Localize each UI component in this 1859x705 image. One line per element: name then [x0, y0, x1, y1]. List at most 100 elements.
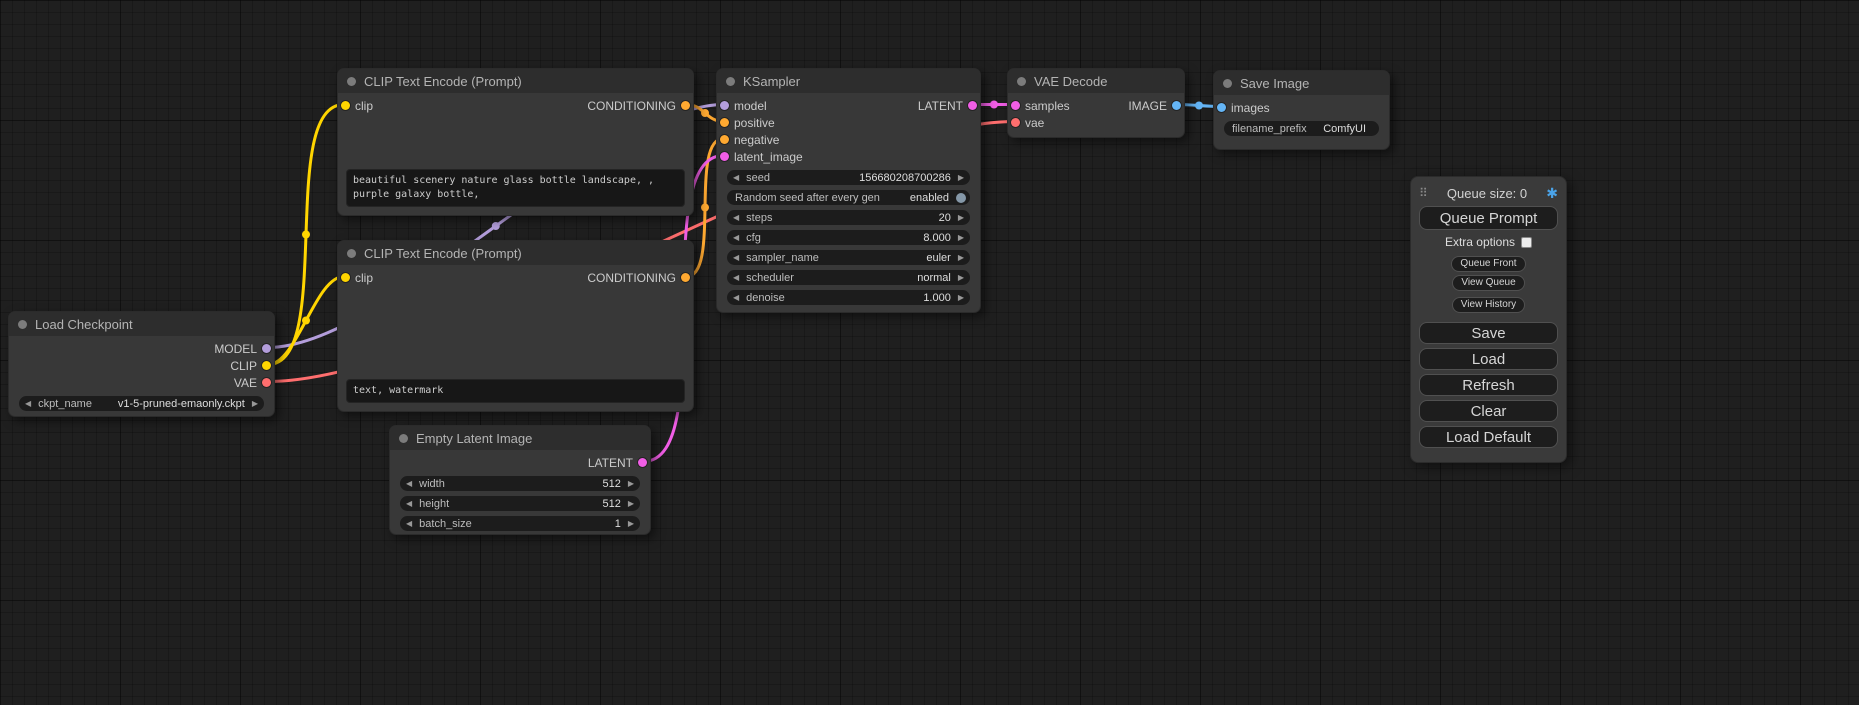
widget-height[interactable]: ◀ height 512 ▶: [400, 496, 640, 511]
arrow-right-icon[interactable]: ▶: [958, 254, 964, 262]
output-dot-image[interactable]: [1172, 101, 1181, 110]
arrow-left-icon[interactable]: ◀: [733, 214, 739, 222]
widget-steps[interactable]: ◀ steps 20 ▶: [727, 210, 970, 225]
widget-cfg[interactable]: ◀ cfg 8.000 ▶: [727, 230, 970, 245]
arrow-left-icon[interactable]: ◀: [733, 294, 739, 302]
node-ksampler[interactable]: KSampler model LATENT positive negative …: [716, 68, 981, 313]
settings-gear-icon[interactable]: ✱: [1546, 185, 1558, 202]
widget-width[interactable]: ◀ width 512 ▶: [400, 476, 640, 491]
widget-label: sampler_name: [746, 252, 819, 264]
node-clip-text-encode-negative[interactable]: CLIP Text Encode (Prompt) clip CONDITION…: [337, 240, 694, 412]
arrow-right-icon[interactable]: ▶: [628, 520, 634, 528]
input-dot-samples[interactable]: [1011, 101, 1020, 110]
refresh-button[interactable]: Refresh: [1419, 374, 1558, 396]
output-dot-conditioning[interactable]: [681, 101, 690, 110]
input-slot-latent-image: latent_image: [717, 148, 980, 165]
output-dot-model[interactable]: [262, 344, 271, 353]
extra-options-row: Extra options: [1419, 235, 1558, 249]
wire-midpoint-dot[interactable]: [701, 204, 709, 212]
widget-ckpt-name[interactable]: ◀ ckpt_name v1-5-pruned-emaonly.ckpt ▶: [19, 396, 264, 411]
widget-label: cfg: [746, 232, 761, 244]
input-dot-positive[interactable]: [720, 118, 729, 127]
node-title: CLIP Text Encode (Prompt): [364, 74, 522, 89]
node-empty-latent-image[interactable]: Empty Latent Image LATENT ◀ width 512 ▶ …: [389, 425, 651, 535]
widget-scheduler[interactable]: ◀ scheduler normal ▶: [727, 270, 970, 285]
widget-denoise[interactable]: ◀ denoise 1.000 ▶: [727, 290, 970, 305]
view-history-button[interactable]: View History: [1452, 297, 1525, 313]
wire-midpoint-dot[interactable]: [701, 109, 709, 117]
load-default-button[interactable]: Load Default: [1419, 426, 1558, 448]
node-vae-decode[interactable]: VAE Decode samples IMAGE vae: [1007, 68, 1185, 138]
load-button[interactable]: Load: [1419, 348, 1558, 370]
node-load-checkpoint[interactable]: Load Checkpoint MODEL CLIP VAE ◀ ckpt_na…: [8, 311, 275, 417]
output-dot-conditioning[interactable]: [681, 273, 690, 282]
widget-seed[interactable]: ◀ seed 156680208700286 ▶: [727, 170, 970, 185]
collapse-dot-icon[interactable]: [347, 249, 356, 258]
queue-front-button[interactable]: Queue Front: [1451, 256, 1525, 272]
view-queue-button[interactable]: View Queue: [1452, 275, 1524, 291]
input-dot-images[interactable]: [1217, 103, 1226, 112]
collapse-dot-icon[interactable]: [1223, 79, 1232, 88]
node-header[interactable]: KSampler: [717, 69, 980, 93]
output-dot-clip[interactable]: [262, 361, 271, 370]
clear-button[interactable]: Clear: [1419, 400, 1558, 422]
widget-filename-prefix[interactable]: filename_prefix ComfyUI: [1224, 121, 1379, 136]
wire-midpoint-dot[interactable]: [302, 231, 310, 239]
arrow-left-icon[interactable]: ◀: [406, 520, 412, 528]
prompt-textarea[interactable]: beautiful scenery nature glass bottle la…: [346, 169, 685, 207]
arrow-left-icon[interactable]: ◀: [733, 234, 739, 242]
widget-random-seed-toggle[interactable]: Random seed after every gen enabled: [727, 190, 970, 205]
arrow-right-icon[interactable]: ▶: [252, 400, 258, 408]
input-dot-vae[interactable]: [1011, 118, 1020, 127]
collapse-dot-icon[interactable]: [726, 77, 735, 86]
output-dot-latent[interactable]: [968, 101, 977, 110]
arrow-right-icon[interactable]: ▶: [958, 234, 964, 242]
node-header[interactable]: Empty Latent Image: [390, 426, 650, 450]
output-dot-latent[interactable]: [638, 458, 647, 467]
node-header[interactable]: Load Checkpoint: [9, 312, 274, 336]
output-dot-vae[interactable]: [262, 378, 271, 387]
node-clip-text-encode-positive[interactable]: CLIP Text Encode (Prompt) clip CONDITION…: [337, 68, 694, 216]
arrow-left-icon[interactable]: ◀: [406, 480, 412, 488]
prompt-textarea[interactable]: text, watermark: [346, 379, 685, 403]
node-header[interactable]: VAE Decode: [1008, 69, 1184, 93]
arrow-right-icon[interactable]: ▶: [958, 174, 964, 182]
arrow-left-icon[interactable]: ◀: [733, 174, 739, 182]
drag-handle-icon[interactable]: ⠿: [1419, 186, 1428, 200]
input-dot-clip[interactable]: [341, 101, 350, 110]
arrow-right-icon[interactable]: ▶: [958, 214, 964, 222]
input-dot-latent-image[interactable]: [720, 152, 729, 161]
node-header[interactable]: CLIP Text Encode (Prompt): [338, 241, 693, 265]
node-header[interactable]: Save Image: [1214, 71, 1389, 95]
node-graph-canvas[interactable]: Load Checkpoint MODEL CLIP VAE ◀ ckpt_na…: [0, 0, 1859, 705]
save-button[interactable]: Save: [1419, 322, 1558, 344]
wire-midpoint-dot[interactable]: [302, 317, 310, 325]
queue-menu-panel: ⠿ Queue size: 0 ✱ Queue Prompt Extra opt…: [1410, 176, 1567, 463]
arrow-left-icon[interactable]: ◀: [733, 274, 739, 282]
wire-midpoint-dot[interactable]: [1195, 102, 1203, 110]
node-header[interactable]: CLIP Text Encode (Prompt): [338, 69, 693, 93]
extra-options-checkbox[interactable]: [1521, 237, 1532, 248]
collapse-dot-icon[interactable]: [399, 434, 408, 443]
wire-midpoint-dot[interactable]: [990, 101, 998, 109]
wire-midpoint-dot[interactable]: [492, 222, 500, 230]
collapse-dot-icon[interactable]: [347, 77, 356, 86]
toggle-knob[interactable]: [956, 193, 966, 203]
collapse-dot-icon[interactable]: [1017, 77, 1026, 86]
input-dot-model[interactable]: [720, 101, 729, 110]
arrow-right-icon[interactable]: ▶: [628, 480, 634, 488]
input-dot-clip[interactable]: [341, 273, 350, 282]
node-save-image[interactable]: Save Image images filename_prefix ComfyU…: [1213, 70, 1390, 150]
collapse-dot-icon[interactable]: [18, 320, 27, 329]
widget-sampler-name[interactable]: ◀ sampler_name euler ▶: [727, 250, 970, 265]
input-dot-negative[interactable]: [720, 135, 729, 144]
arrow-right-icon[interactable]: ▶: [958, 294, 964, 302]
widget-batch-size[interactable]: ◀ batch_size 1 ▶: [400, 516, 640, 531]
queue-prompt-button[interactable]: Queue Prompt: [1419, 206, 1558, 230]
arrow-right-icon[interactable]: ▶: [628, 500, 634, 508]
menu-header: ⠿ Queue size: 0 ✱: [1419, 184, 1558, 202]
arrow-left-icon[interactable]: ◀: [733, 254, 739, 262]
arrow-left-icon[interactable]: ◀: [25, 400, 31, 408]
arrow-left-icon[interactable]: ◀: [406, 500, 412, 508]
arrow-right-icon[interactable]: ▶: [958, 274, 964, 282]
